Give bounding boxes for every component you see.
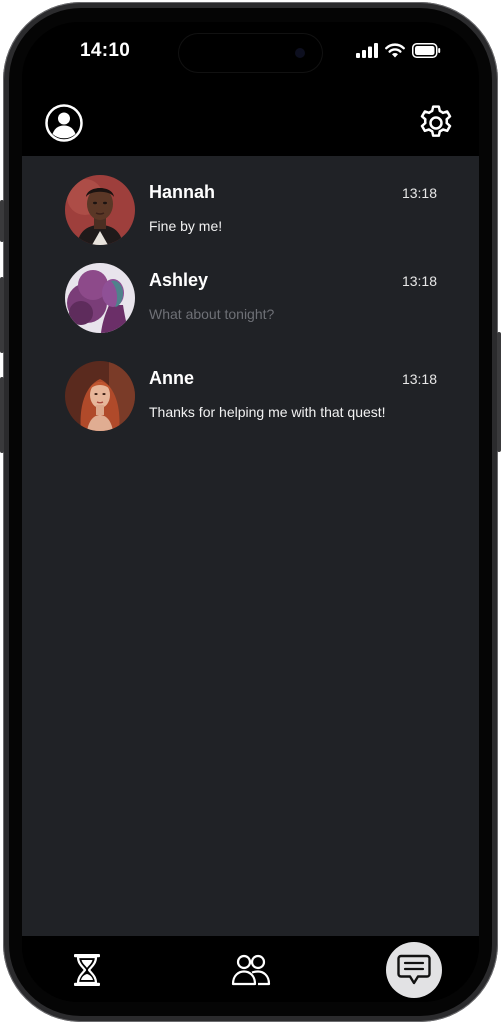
ashley-avatar bbox=[65, 263, 135, 333]
hourglass-icon bbox=[74, 954, 100, 986]
cellular-signal-icon bbox=[356, 43, 378, 58]
chat-name: Anne bbox=[149, 368, 194, 388]
chat-name: Ashley bbox=[149, 270, 209, 290]
settings-gear-icon bbox=[420, 105, 452, 137]
status-time: 14:10 bbox=[80, 40, 131, 61]
tab-hourglass[interactable] bbox=[67, 950, 107, 990]
app-screen: 14:10 Hannah 13:18 Fine by me! Ashley 13… bbox=[22, 22, 479, 1002]
battery-icon bbox=[412, 43, 441, 58]
chat-time: 13:18 bbox=[401, 273, 437, 289]
tab-chats[interactable] bbox=[386, 942, 442, 998]
tab-people[interactable] bbox=[229, 950, 273, 990]
front-camera bbox=[295, 48, 305, 58]
volume-up-button bbox=[0, 277, 4, 353]
settings-button[interactable] bbox=[416, 103, 456, 143]
chat-name: Hannah bbox=[149, 182, 216, 202]
chat-time: 13:18 bbox=[401, 371, 437, 387]
chat-item-anne[interactable]: Anne 13:18 Thanks for helping me with th… bbox=[22, 361, 479, 441]
chat-preview: Fine by me! bbox=[149, 218, 223, 234]
profile-button[interactable] bbox=[44, 103, 84, 143]
power-button bbox=[497, 332, 501, 452]
chat-time: 13:18 bbox=[401, 185, 437, 201]
chat-preview: Thanks for helping me with that quest! bbox=[149, 404, 386, 420]
people-icon bbox=[231, 954, 271, 986]
profile-icon bbox=[45, 104, 83, 142]
hannah-avatar bbox=[65, 175, 135, 245]
volume-down-button bbox=[0, 377, 4, 453]
tab-bar bbox=[22, 936, 479, 1002]
chat-item-hannah[interactable]: Hannah 13:18 Fine by me! bbox=[22, 175, 479, 255]
chat-preview: What about tonight? bbox=[149, 306, 275, 322]
chat-bubble-icon bbox=[397, 954, 431, 985]
wifi-icon bbox=[385, 43, 405, 58]
chat-list: Hannah 13:18 Fine by me! Ashley 13:18 Wh… bbox=[22, 156, 479, 936]
chat-item-ashley[interactable]: Ashley 13:18 What about tonight? bbox=[22, 263, 479, 343]
dynamic-island bbox=[178, 33, 323, 73]
app-header bbox=[22, 82, 479, 156]
anne-avatar bbox=[65, 361, 135, 431]
action-button bbox=[0, 200, 4, 242]
status-icons bbox=[356, 43, 441, 58]
status-bar: 14:10 bbox=[22, 22, 479, 82]
